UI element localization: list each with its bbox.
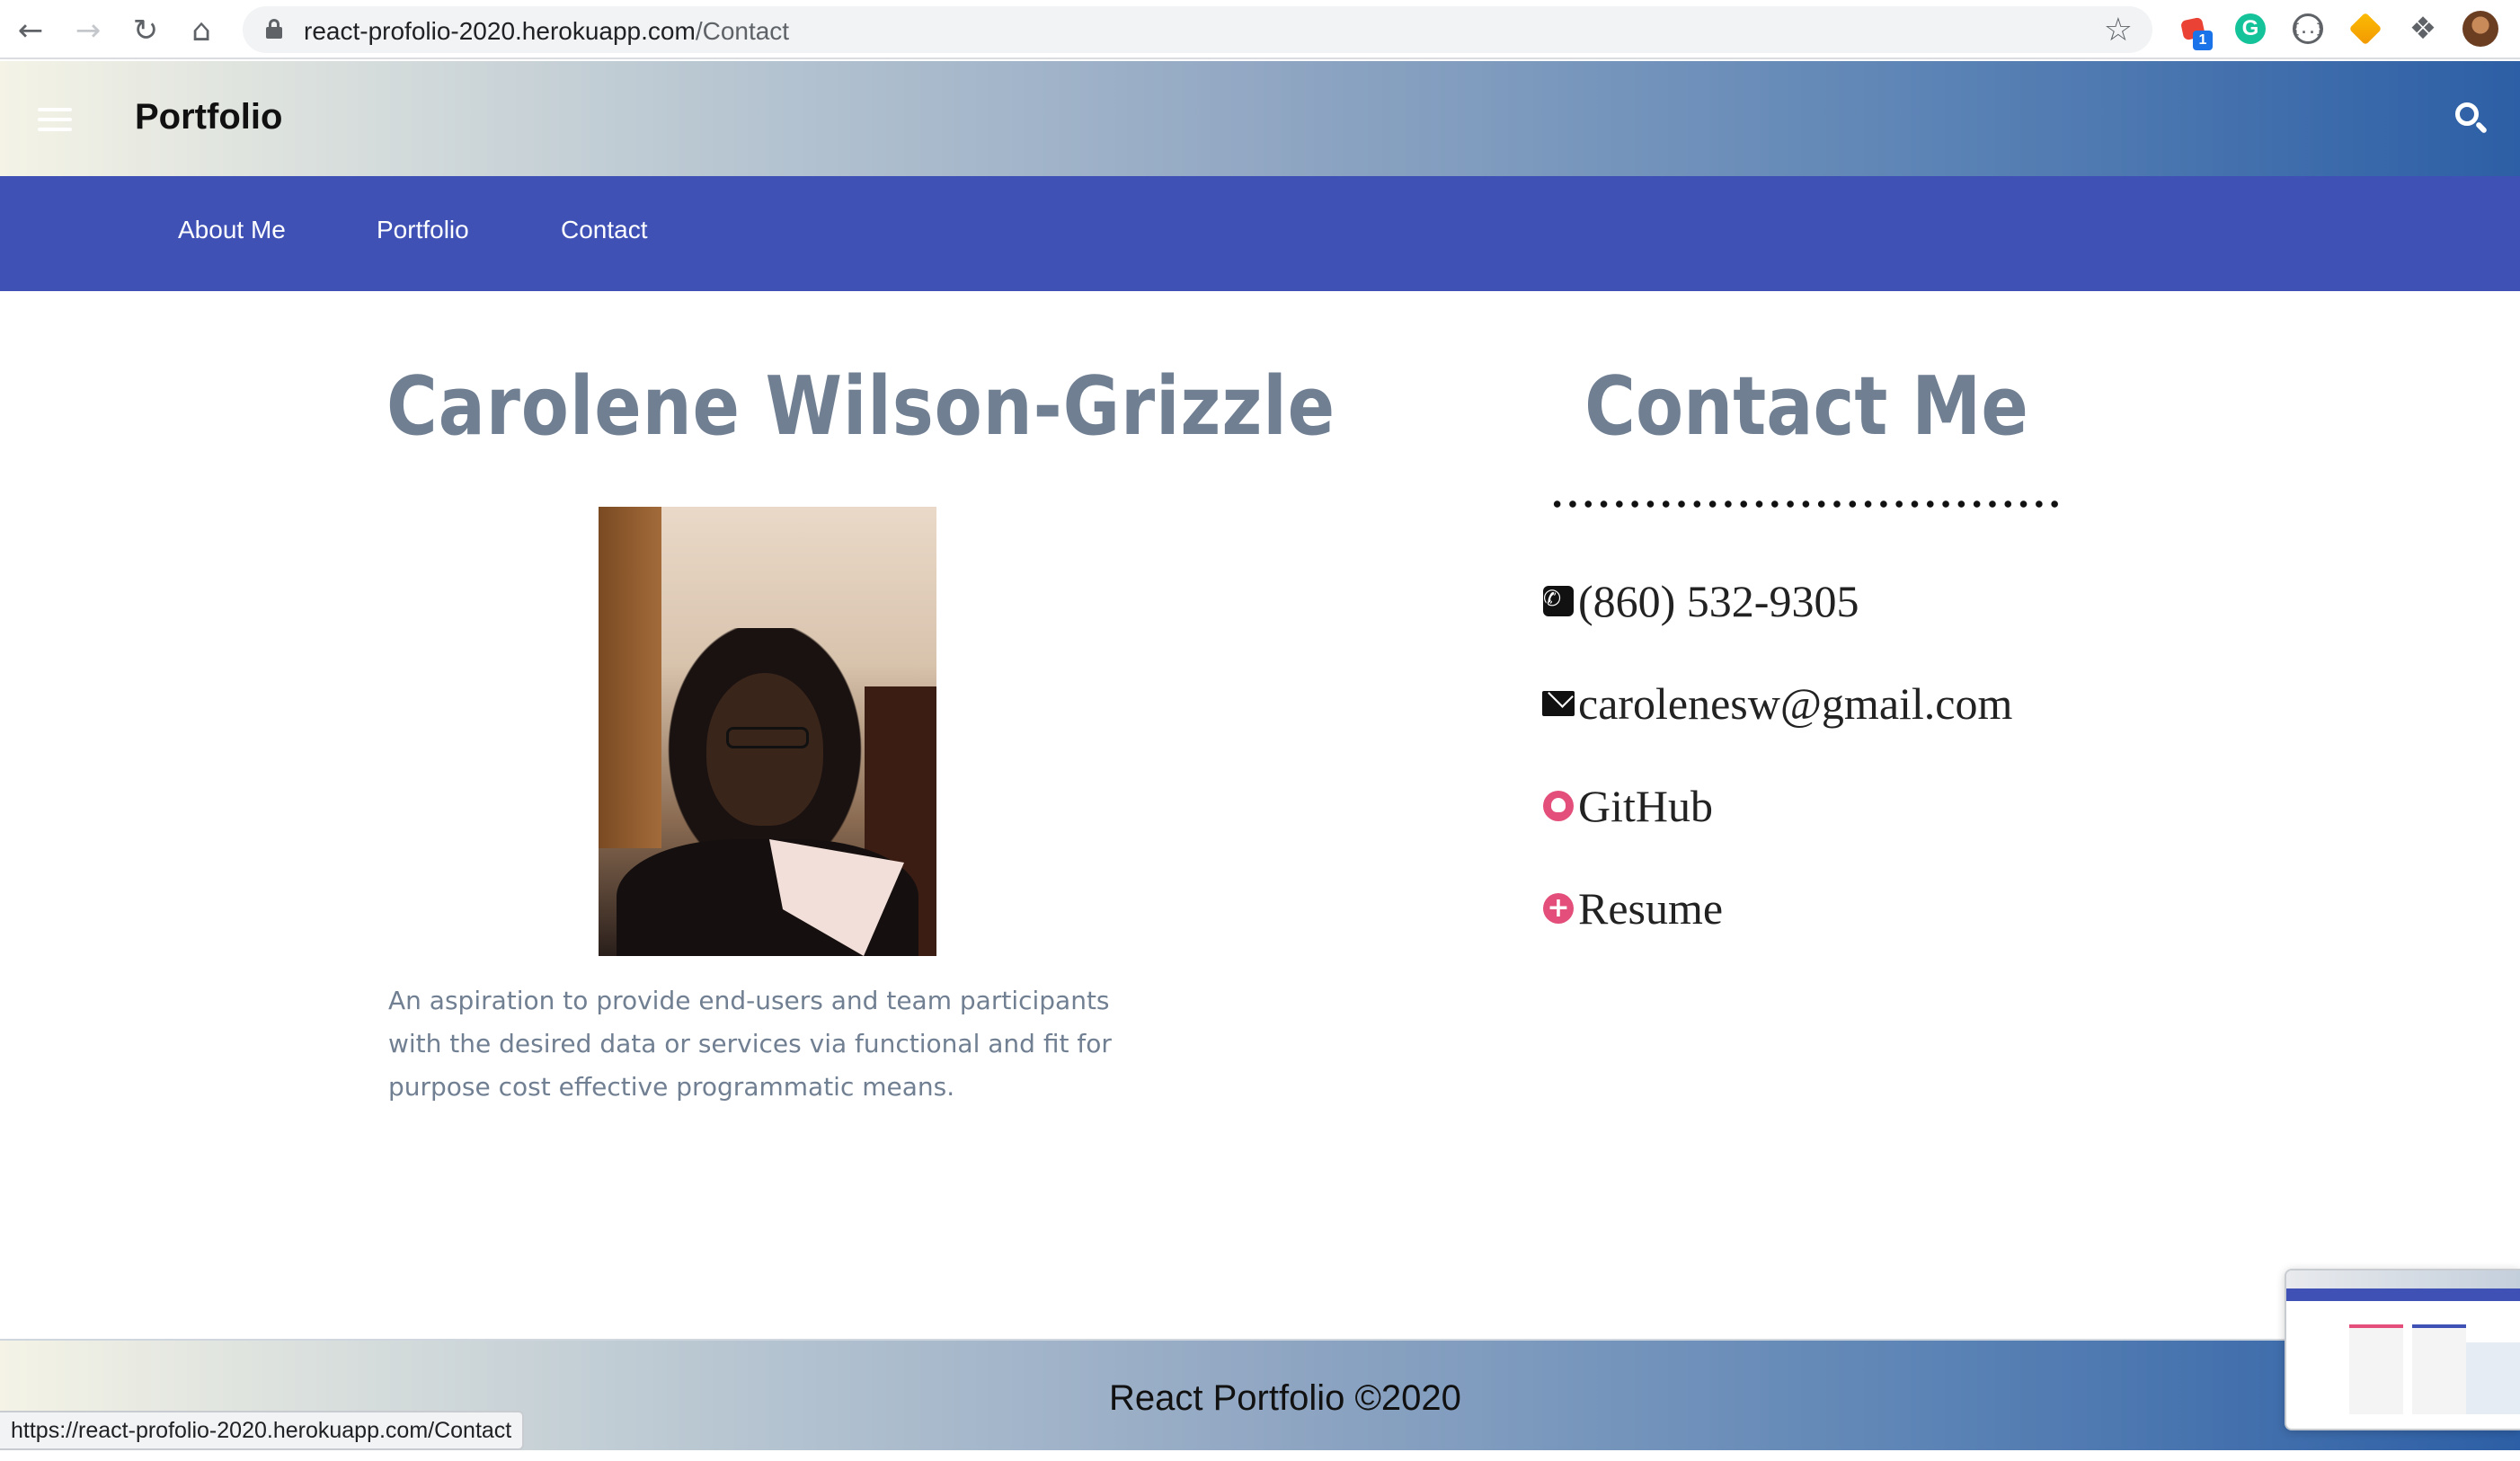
extension-badge: 1 (2193, 31, 2213, 50)
contact-phone-label: (860) 532-9305 (1578, 576, 1859, 626)
profile-bio: An aspiration to provide end-users and t… (388, 986, 1112, 1102)
profile-section: Carolene Wilson-Grizzle (324, 359, 1335, 454)
plus-circle-icon: + (1543, 893, 1574, 924)
tab-portfolio[interactable]: Portfolio (377, 216, 469, 244)
profile-avatar[interactable] (2462, 11, 2498, 47)
grammarly-icon[interactable]: G (2232, 11, 2268, 47)
phone-icon: ✆ (1543, 586, 1574, 616)
diamond-extension-icon[interactable] (2347, 11, 2383, 47)
footer-text: React Portfolio ©2020 (1109, 1378, 1461, 1418)
brand-title[interactable]: Portfolio (135, 97, 282, 137)
profile-photo (599, 507, 936, 956)
hamburger-menu-icon[interactable] (38, 108, 72, 131)
tab-preview-thumbnail[interactable] (2285, 1269, 2520, 1430)
contact-email-label: carolenesw@gmail.com (1578, 678, 2013, 729)
contact-phone[interactable]: ✆ (860) 532-9305 (1542, 575, 1859, 627)
forward-arrow-icon[interactable]: → (68, 11, 108, 50)
dotted-divider (1549, 500, 2062, 509)
search-icon[interactable] (2453, 101, 2489, 137)
tab-about-me[interactable]: About Me (178, 216, 286, 244)
envelope-icon (1542, 691, 1575, 716)
contact-resume-link[interactable]: + Resume (1542, 882, 1723, 934)
contact-resume-label: Resume (1578, 883, 1724, 934)
lock-icon[interactable] (266, 19, 282, 39)
github-icon (1543, 791, 1574, 821)
bookmark-star-icon[interactable]: ☆ (2104, 12, 2133, 49)
tab-contact[interactable]: Contact (561, 216, 648, 244)
extensions-puzzle-icon[interactable]: ❖ (2405, 11, 2441, 47)
contact-section: Contact Me ✆ (860) 532-9305 carolenesw@g… (1528, 359, 2085, 934)
reload-icon[interactable]: ↻ (126, 11, 165, 50)
url-text[interactable]: react-profolio-2020.herokuapp.com/Contac… (304, 17, 789, 46)
tab-navigation: About Me Portfolio Contact (0, 176, 2520, 291)
browser-toolbar: ← → ↻ ⌂ react-profolio-2020.herokuapp.co… (0, 0, 2520, 59)
contact-github-link[interactable]: GitHub (1542, 780, 1713, 832)
profile-name-heading: Carolene Wilson-Grizzle (386, 359, 1335, 454)
contact-email[interactable]: carolenesw@gmail.com (1542, 677, 2012, 730)
back-arrow-icon[interactable]: ← (11, 11, 50, 50)
extension-ghostery-icon[interactable]: 1 (2175, 11, 2213, 50)
app-header: Portfolio (0, 61, 2520, 176)
contact-github-label: GitHub (1578, 781, 1713, 831)
contact-heading: Contact Me (1584, 359, 2028, 454)
status-bar-url: https://react-profolio-2020.herokuapp.co… (0, 1411, 525, 1450)
address-bar[interactable]: react-profolio-2020.herokuapp.com/Contac… (243, 6, 2152, 53)
code-extension-icon[interactable]: {..} (2290, 11, 2326, 47)
home-icon[interactable]: ⌂ (182, 11, 221, 50)
